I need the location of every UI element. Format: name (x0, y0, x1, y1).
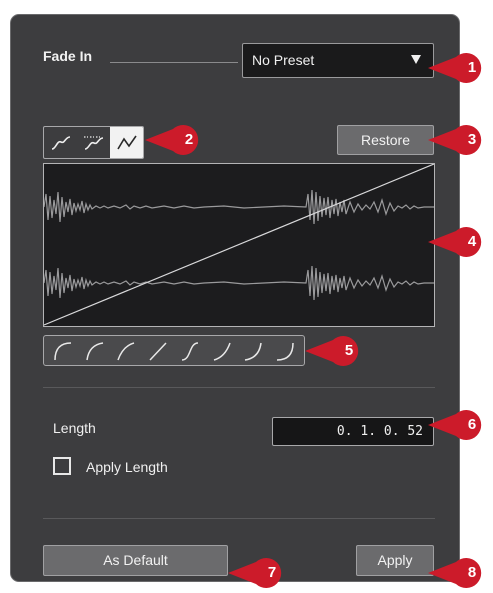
callout-1: 1 (428, 53, 490, 83)
curve-shape-3-button[interactable] (111, 336, 143, 365)
fade-display[interactable] (43, 163, 435, 327)
curve-shape-6-button[interactable] (206, 336, 238, 365)
curve-shape-2-icon (85, 341, 103, 360)
fade-curve-view (43, 163, 435, 326)
curve-shape-6-icon (213, 342, 231, 361)
curve-shape-5-icon (181, 341, 199, 361)
as-default-button[interactable]: As Default (43, 545, 228, 576)
curve-kind-selector (43, 126, 144, 159)
callout-number: 2 (184, 131, 194, 148)
callout-number: 5 (344, 342, 354, 359)
curve-shape-3-icon (117, 341, 135, 360)
waveform-bottom (43, 265, 434, 301)
callout-number: 1 (467, 59, 477, 76)
callout-4: 4 (428, 227, 490, 257)
callout-5: 5 (305, 336, 367, 366)
length-field[interactable]: 0. 1. 0. 52 (272, 417, 434, 446)
dialog-title: Fade In (43, 48, 93, 64)
spline-curve-button[interactable] (44, 127, 77, 158)
separator (43, 387, 435, 388)
spline-curve-icon (51, 135, 70, 150)
callout-6: 6 (428, 410, 490, 440)
callout-number: 7 (267, 564, 277, 581)
apply-length-label[interactable]: Apply Length (86, 459, 168, 475)
callout-2: 2 (145, 125, 207, 155)
restore-button[interactable]: Restore (337, 125, 434, 155)
preset-dropdown[interactable]: No Preset (242, 43, 434, 78)
waveform-top (43, 189, 434, 225)
callout-7: 7 (228, 558, 290, 588)
apply-length-checkbox[interactable] (53, 457, 71, 475)
damped-spline-curve-icon (83, 135, 103, 150)
curve-shape-8-button[interactable] (269, 336, 301, 365)
triangle-down-icon (411, 55, 421, 64)
curve-shape-4-button[interactable] (142, 336, 174, 365)
length-label: Length (53, 420, 96, 436)
callout-3: 3 (428, 125, 490, 155)
callout-number: 8 (467, 564, 477, 581)
separator (43, 518, 435, 519)
damped-spline-curve-button[interactable] (77, 127, 110, 158)
curve-shape-8-icon (277, 342, 294, 361)
curve-shape-7-button[interactable] (238, 336, 270, 365)
title-divider (110, 62, 238, 63)
curve-shape-7-icon (245, 342, 263, 361)
preset-value: No Preset (252, 52, 315, 68)
curve-shape-2-button[interactable] (79, 336, 111, 365)
apply-button[interactable]: Apply (356, 545, 434, 576)
linear-curve-button[interactable] (110, 127, 143, 158)
fade-curve-line[interactable] (43, 163, 435, 326)
linear-curve-icon (116, 135, 137, 149)
curve-shape-1-button[interactable] (47, 336, 79, 365)
callout-number: 3 (467, 131, 477, 148)
fade-in-dialog: Fade In No Preset Restore Length 0. 1. 0… (10, 14, 460, 582)
curve-shape-1-icon (54, 341, 71, 360)
curve-shape-4-icon (149, 341, 167, 361)
callout-8: 8 (428, 558, 490, 588)
curve-shape-buttons (43, 335, 305, 366)
callout-number: 6 (467, 416, 477, 433)
curve-shape-5-button[interactable] (174, 336, 206, 365)
callout-number: 4 (467, 233, 477, 250)
